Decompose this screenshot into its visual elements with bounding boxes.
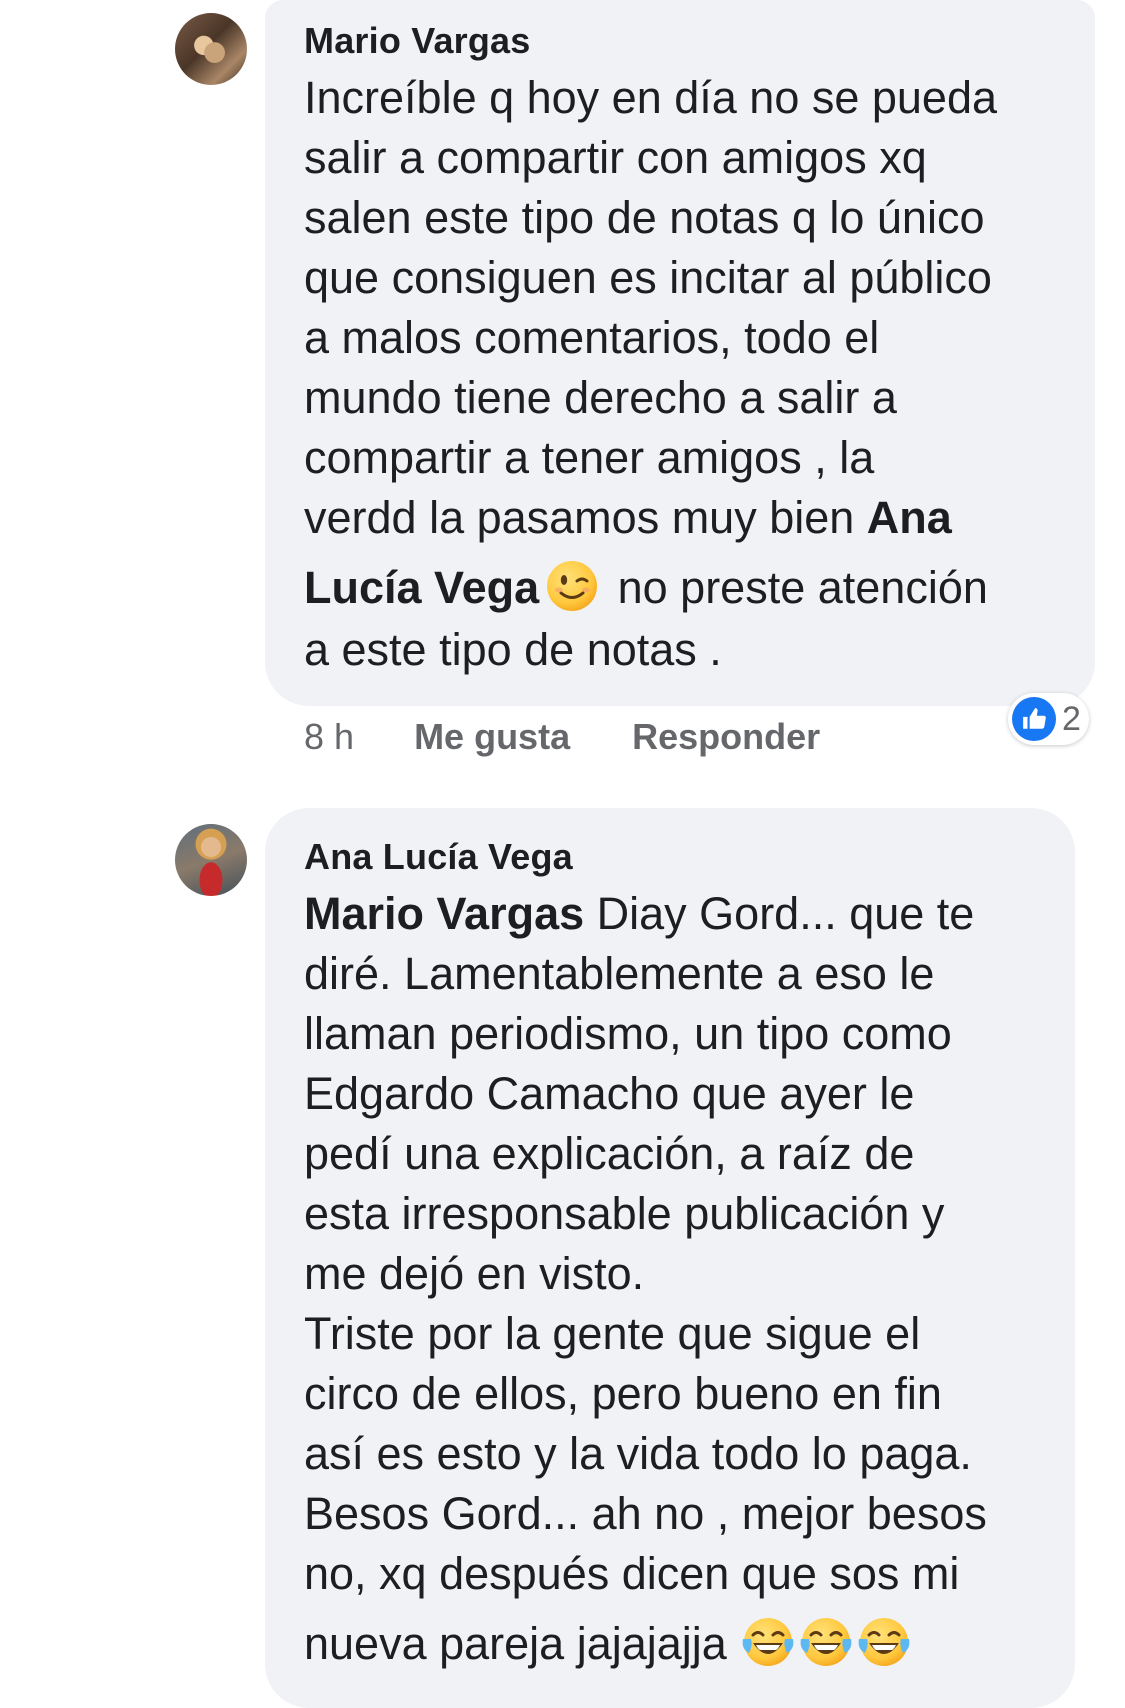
comment-actions: 8 h Me gusta Responder [304, 716, 820, 758]
comment-text: Mario Vargas Diay Gord... que te diré. L… [304, 884, 987, 1674]
like-button[interactable]: Me gusta [414, 716, 570, 758]
comment-author[interactable]: Ana Lucía Vega [304, 836, 573, 878]
comment-line: pedí una explicación, a raíz de [304, 1128, 915, 1179]
comment-text: Increíble q hoy en día no se pueda salir… [304, 68, 997, 680]
face-with-tears-of-joy-icon [741, 1615, 795, 1669]
comment-line: que consiguen es incitar al público [304, 252, 992, 303]
comment-line: me dejó en visto. [304, 1248, 645, 1299]
avatar-ana-lucia-vega[interactable] [175, 824, 247, 896]
thumbs-up-icon [1012, 697, 1056, 741]
comment-author[interactable]: Mario Vargas [304, 20, 531, 62]
avatar-mario-vargas[interactable] [175, 13, 247, 85]
comment-line: a este tipo de notas . [304, 624, 722, 675]
comment-line: diré. Lamentablemente a eso le [304, 948, 935, 999]
comment-line: a malos comentarios, todo el [304, 312, 880, 363]
comment-line: Besos Gord... ah no , mejor besos [304, 1488, 987, 1539]
comment-line: así es esto y la vida todo lo paga. [304, 1428, 972, 1479]
comment-line: no, xq después dicen que sos mi [304, 1548, 960, 1599]
comment-line-text: no preste atención [605, 562, 988, 613]
reply-button[interactable]: Responder [632, 716, 820, 758]
mention-mario-vargas[interactable]: Mario Vargas [304, 888, 584, 939]
comment-line: Lucía Vega no preste atención [304, 558, 997, 618]
comment-line: compartir a tener amigos , la [304, 432, 875, 483]
comment-line: Triste por la gente que sigue el [304, 1308, 921, 1359]
comment-line: salen este tipo de notas q lo único [304, 192, 985, 243]
face-with-tears-of-joy-icon [799, 1615, 853, 1669]
mention-ana-lucia-vega[interactable]: Ana [867, 492, 952, 543]
comment-line: nueva pareja jajajajja [304, 1614, 987, 1674]
reaction-summary[interactable]: 2 [1008, 693, 1089, 745]
comment-line: salir a compartir con amigos xq [304, 132, 927, 183]
comment-line: llaman periodismo, un tipo como [304, 1008, 952, 1059]
comment-line: Mario Vargas Diay Gord... que te [304, 884, 987, 944]
comment-line: mundo tiene derecho a salir a [304, 372, 897, 423]
face-with-tears-of-joy-icon [857, 1615, 911, 1669]
comment-line-text: verdd la pasamos muy bien [304, 492, 867, 543]
comment-line: circo de ellos, pero bueno en fin [304, 1368, 942, 1419]
reaction-count: 2 [1062, 699, 1081, 738]
comment-line-text: Diay Gord... que te [584, 888, 975, 939]
comment-timestamp[interactable]: 8 h [304, 716, 354, 758]
comment-line: esta irresponsable publicación y [304, 1188, 945, 1239]
comment-line: Edgardo Camacho que ayer le [304, 1068, 915, 1119]
comment-line: verdd la pasamos muy bien Ana [304, 488, 997, 548]
comment-line-text: nueva pareja jajajajja [304, 1618, 740, 1669]
comment-line: Increíble q hoy en día no se pueda [304, 72, 998, 123]
winking-face-icon [545, 559, 599, 613]
mention-ana-lucia-vega-cont[interactable]: Lucía Vega [304, 562, 539, 613]
